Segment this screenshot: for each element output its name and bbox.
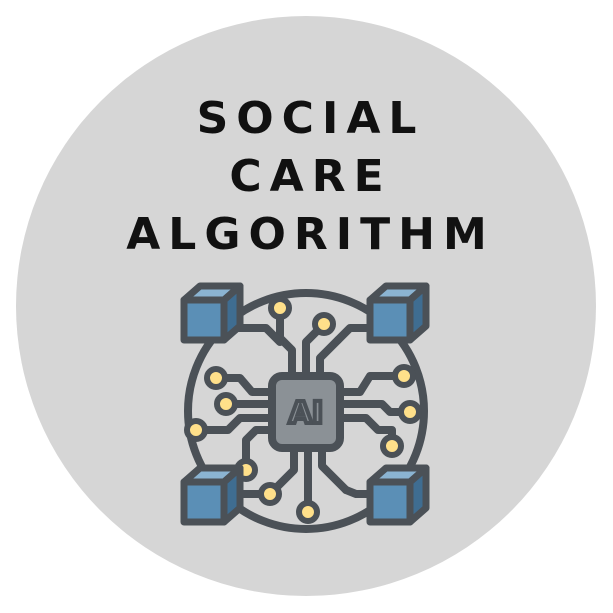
node-dot — [392, 364, 416, 388]
node-dot — [312, 312, 336, 336]
cube-top-right — [366, 282, 430, 344]
cube-bottom-left — [180, 464, 244, 526]
ai-circuit-icon: AI — [180, 282, 430, 533]
node-dot — [184, 418, 208, 442]
node-dot — [204, 366, 228, 390]
title-line-1: SOCIAL — [196, 93, 425, 144]
cube-bottom-right — [366, 464, 430, 526]
badge: SOCIAL CARE ALGORITHM AI — [0, 0, 613, 613]
node-dot — [380, 434, 404, 458]
ai-chip: AI — [268, 372, 344, 452]
node-dot — [398, 400, 422, 424]
chip-label: AI — [289, 396, 323, 431]
node-dot — [214, 392, 238, 416]
node-dot — [296, 500, 320, 524]
node-dot — [258, 482, 282, 506]
node-dot — [268, 296, 292, 320]
page-title: SOCIAL CARE ALGORITHM — [0, 90, 613, 264]
title-line-3: ALGORITHM — [126, 209, 495, 260]
cube-top-left — [180, 282, 244, 344]
title-line-2: CARE — [229, 151, 392, 202]
